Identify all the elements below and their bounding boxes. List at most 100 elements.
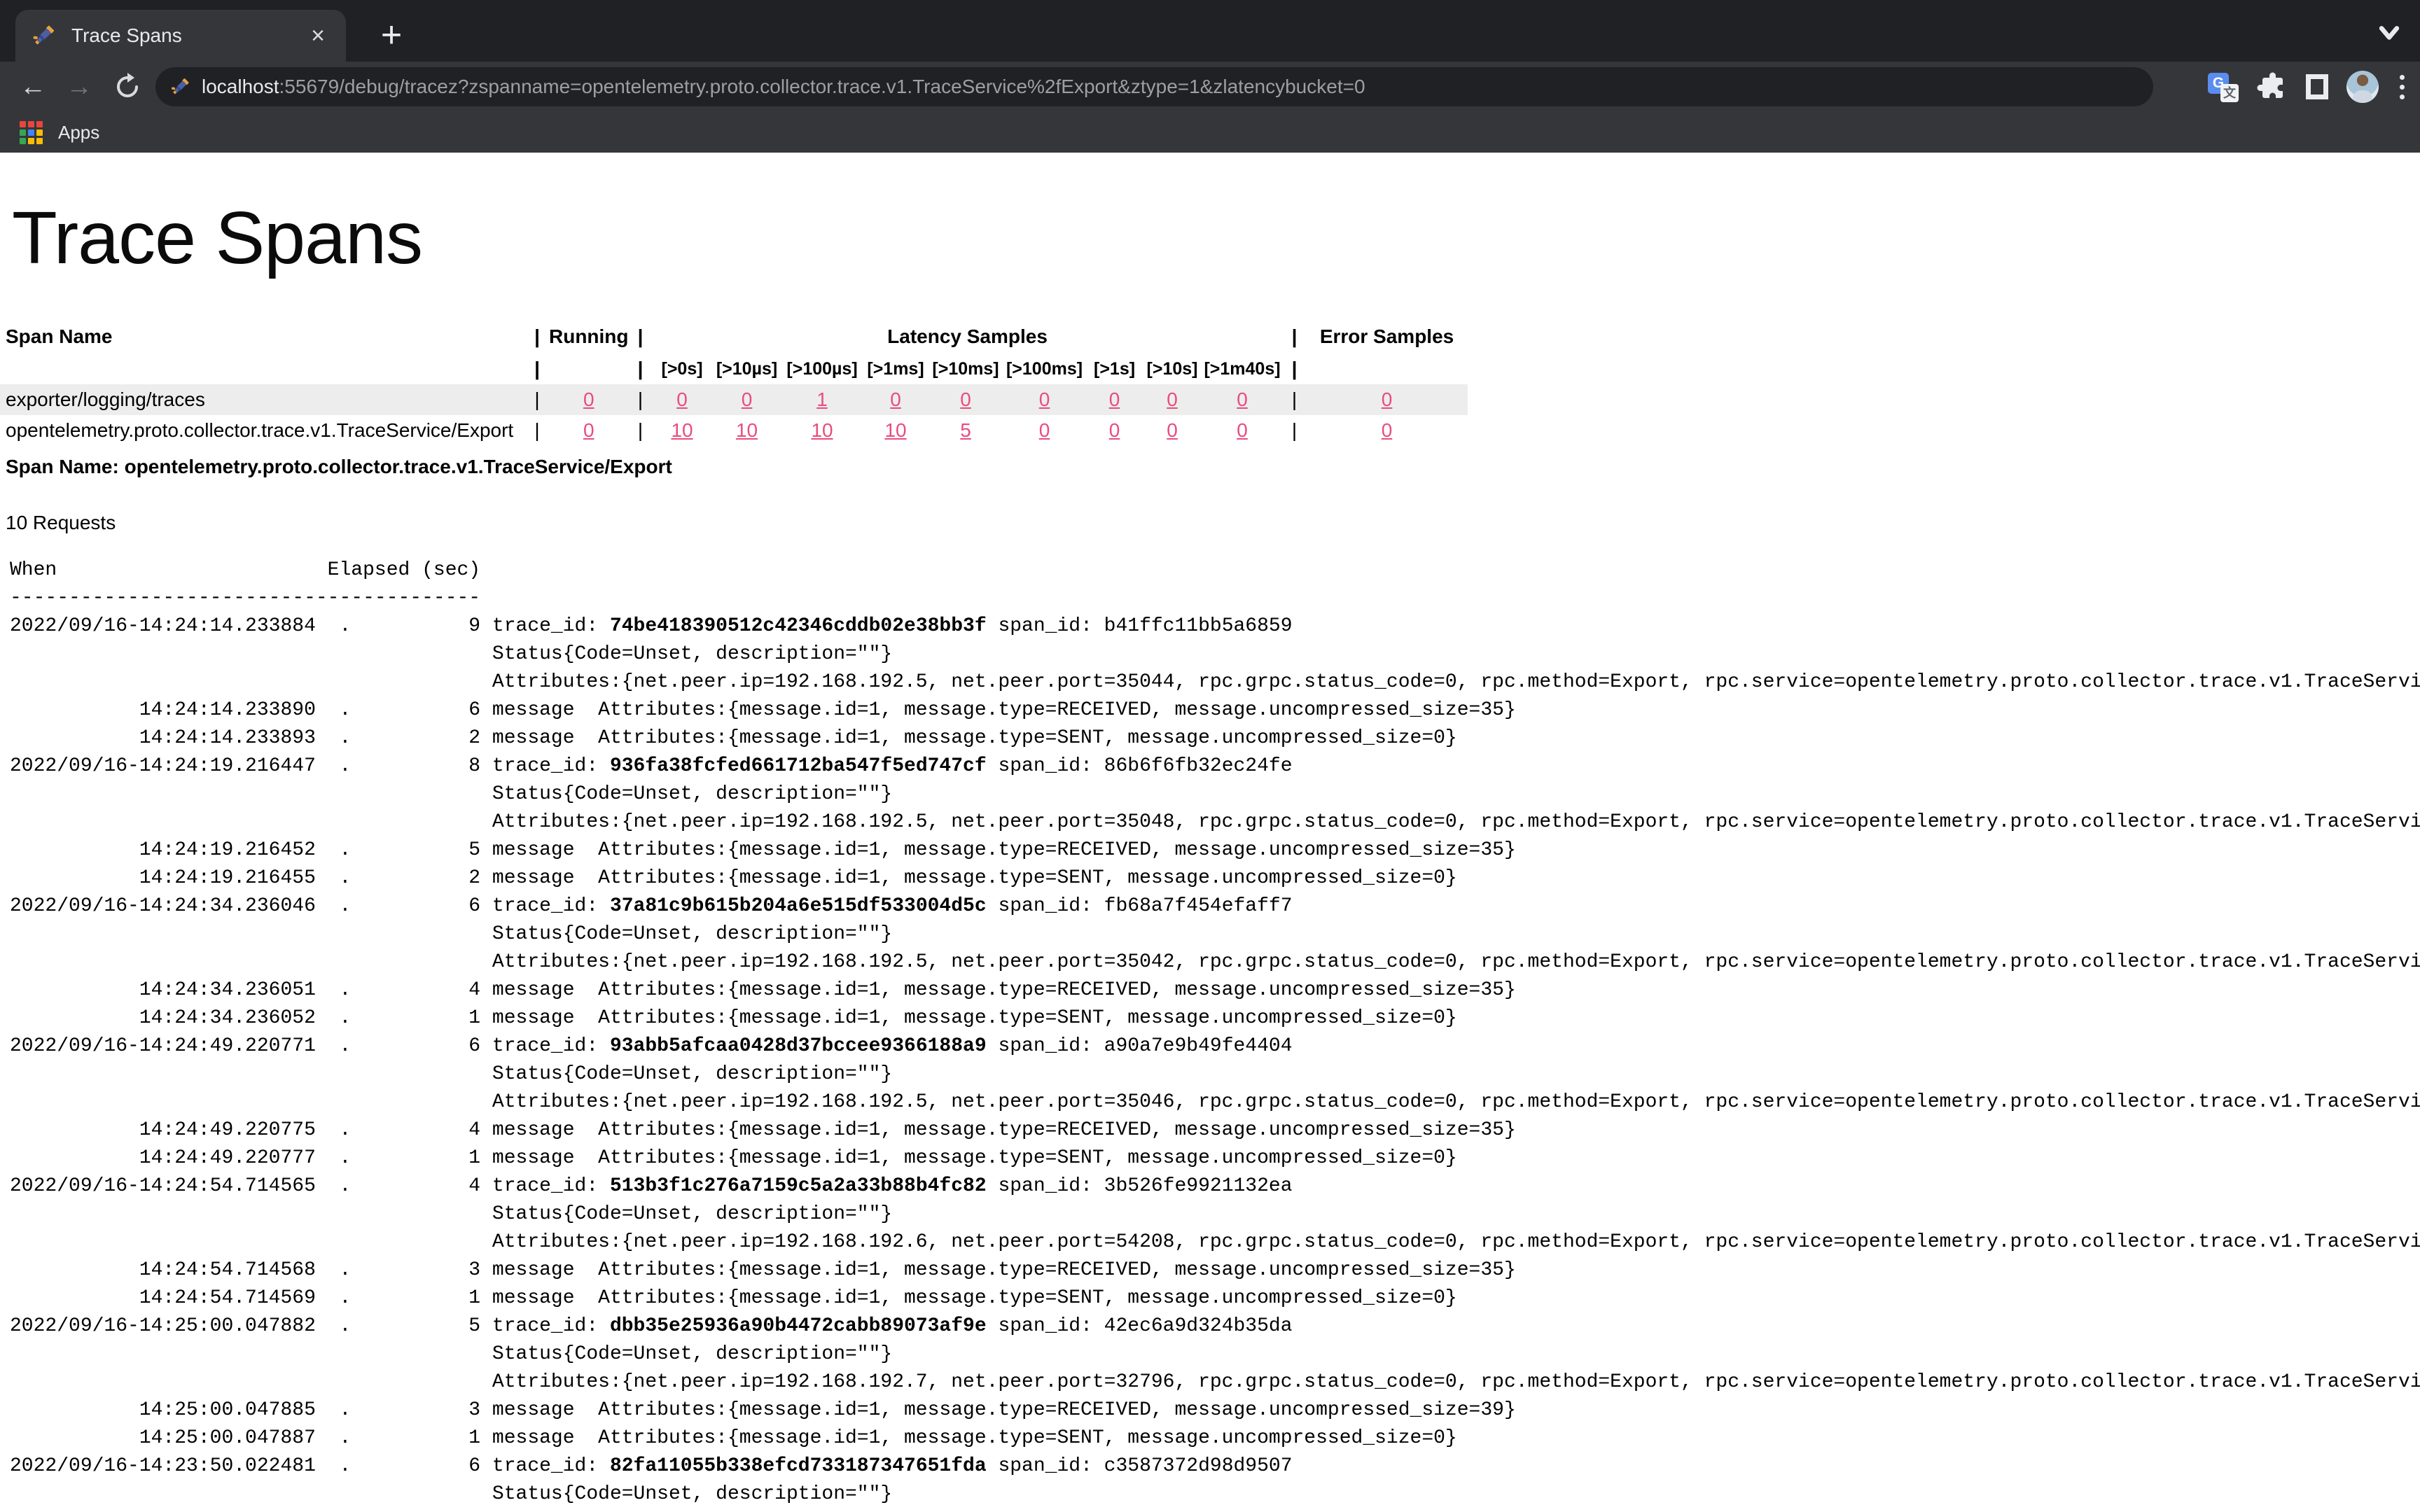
col-header-span-name: Span Name [0, 320, 525, 354]
latency-count-link[interactable]: 10 [811, 419, 833, 441]
apps-shortcut[interactable]: Apps [20, 121, 99, 144]
pipe-separator: | [1283, 354, 1307, 384]
latency-count-link[interactable]: 0 [1039, 388, 1050, 410]
latency-count-link[interactable]: 0 [1109, 388, 1120, 410]
latency-count-link[interactable]: 5 [960, 419, 971, 441]
latency-count-cell: 0 [1202, 415, 1283, 446]
latency-count-cell: 0 [1143, 415, 1202, 446]
tab-strip: Trace Spans × + [0, 0, 2420, 62]
latency-count-link[interactable]: 0 [1237, 388, 1248, 410]
pipe-separator: | [1283, 384, 1307, 415]
col-header-error: Error Samples [1307, 320, 1468, 354]
col-header-running: Running [549, 320, 629, 354]
page-content: Trace Spans Span Name | Running | Latenc… [0, 196, 2420, 1508]
pipe-separator: | [629, 384, 653, 415]
latency-count-link[interactable]: 0 [1237, 419, 1248, 441]
col-header-latency: Latency Samples [653, 320, 1283, 354]
latency-count-cell: 0 [1003, 415, 1087, 446]
forward-icon: → [66, 74, 92, 100]
latency-bucket-label: [>0s] [653, 354, 712, 384]
running-count-link[interactable]: 0 [583, 419, 594, 441]
latency-count-cell: 0 [1087, 415, 1143, 446]
pipe-separator: | [629, 354, 653, 384]
latency-bucket-label: [>100ms] [1003, 354, 1087, 384]
tab-search-chevron-icon[interactable] [2372, 21, 2406, 46]
latency-count-link[interactable]: 0 [676, 388, 688, 410]
span-summary-row: opentelemetry.proto.collector.trace.v1.T… [0, 415, 1468, 446]
error-count-link[interactable]: 0 [1382, 388, 1393, 410]
latency-count-cell: 0 [1087, 384, 1143, 415]
span-name-cell: opentelemetry.proto.collector.trace.v1.T… [0, 415, 525, 446]
apps-grid-icon [20, 121, 43, 144]
latency-count-cell: 0 [929, 384, 1003, 415]
new-tab-button[interactable]: + [371, 15, 412, 56]
browser-toolbar: ← → localhost:55679/debug/tracez?zspanna… [0, 62, 2420, 112]
selected-span-heading: Span Name: opentelemetry.proto.collector… [6, 456, 2420, 478]
browser-menu-icon[interactable] [2397, 72, 2407, 102]
latency-count-link[interactable]: 0 [890, 388, 901, 410]
pipe-separator: | [1283, 320, 1307, 354]
pipe-separator: | [629, 415, 653, 446]
latency-bucket-label: [>1m40s] [1202, 354, 1283, 384]
latency-count-cell: 1 [782, 384, 863, 415]
latency-count-cell: 0 [1003, 384, 1087, 415]
latency-count-link[interactable]: 0 [1167, 388, 1178, 410]
running-count-cell: 0 [549, 415, 629, 446]
latency-count-link[interactable]: 10 [671, 419, 693, 441]
extensions-puzzle-icon[interactable] [2257, 71, 2288, 102]
latency-bucket-label: [>10ms] [929, 354, 1003, 384]
side-panel-icon[interactable] [2306, 74, 2328, 99]
latency-bucket-label: [>1ms] [863, 354, 929, 384]
browser-tab[interactable]: Trace Spans × [15, 10, 346, 62]
latency-count-link[interactable]: 0 [1039, 419, 1050, 441]
translate-extension-icon[interactable]: G 文 [2208, 71, 2239, 102]
span-summary-row: exporter/logging/traces|0|001000000|0 [0, 384, 1468, 415]
latency-bucket-label: [>10µs] [712, 354, 782, 384]
url-host: localhost [202, 76, 279, 97]
latency-count-link[interactable]: 0 [1167, 419, 1178, 441]
toolbar-right: G 文 [2208, 62, 2407, 112]
error-count-cell: 0 [1307, 415, 1468, 446]
profile-avatar[interactable] [2346, 71, 2379, 103]
latency-count-cell: 0 [1143, 384, 1202, 415]
latency-count-cell: 0 [653, 384, 712, 415]
reload-icon[interactable] [113, 73, 141, 101]
latency-count-link[interactable]: 0 [1109, 419, 1120, 441]
pipe-separator: | [525, 320, 549, 354]
error-count-link[interactable]: 0 [1382, 419, 1393, 441]
translate-t: 文 [2220, 84, 2239, 102]
latency-count-link[interactable]: 1 [816, 388, 828, 410]
tab-close-icon[interactable]: × [307, 22, 329, 49]
latency-count-cell: 10 [653, 415, 712, 446]
running-count-cell: 0 [549, 384, 629, 415]
running-count-link[interactable]: 0 [583, 388, 594, 410]
empty-cell [1307, 354, 1468, 384]
latency-count-link[interactable]: 10 [884, 419, 906, 441]
latency-count-link[interactable]: 0 [960, 388, 971, 410]
latency-bucket-label: [>10s] [1143, 354, 1202, 384]
url-bar[interactable]: localhost:55679/debug/tracez?zspanname=o… [155, 67, 2153, 106]
error-count-cell: 0 [1307, 384, 1468, 415]
apps-label: Apps [58, 122, 99, 144]
pipe-separator: | [629, 320, 653, 354]
pipe-separator: | [1283, 415, 1307, 446]
trace-detail-text: When Elapsed (sec) ---------------------… [0, 556, 2420, 1508]
latency-count-cell: 5 [929, 415, 1003, 446]
latency-count-cell: 0 [863, 384, 929, 415]
empty-cell [0, 354, 525, 384]
latency-bucket-header-row: ||[>0s][>10µs][>100µs][>1ms][>10ms][>100… [0, 354, 1468, 384]
request-count: 10 Requests [6, 512, 2420, 534]
summary-header-row: Span Name | Running | Latency Samples | … [0, 320, 1468, 354]
latency-count-link[interactable]: 10 [736, 419, 758, 441]
latency-count-cell: 10 [782, 415, 863, 446]
latency-bucket-label: [>100µs] [782, 354, 863, 384]
latency-count-cell: 10 [712, 415, 782, 446]
page-title: Trace Spans [12, 196, 2420, 281]
latency-count-link[interactable]: 0 [742, 388, 753, 410]
latency-count-cell: 10 [863, 415, 929, 446]
latency-bucket-label: [>1s] [1087, 354, 1143, 384]
telescope-favicon [31, 23, 56, 48]
back-icon[interactable]: ← [20, 74, 46, 100]
empty-cell [549, 354, 629, 384]
pipe-separator: | [525, 384, 549, 415]
